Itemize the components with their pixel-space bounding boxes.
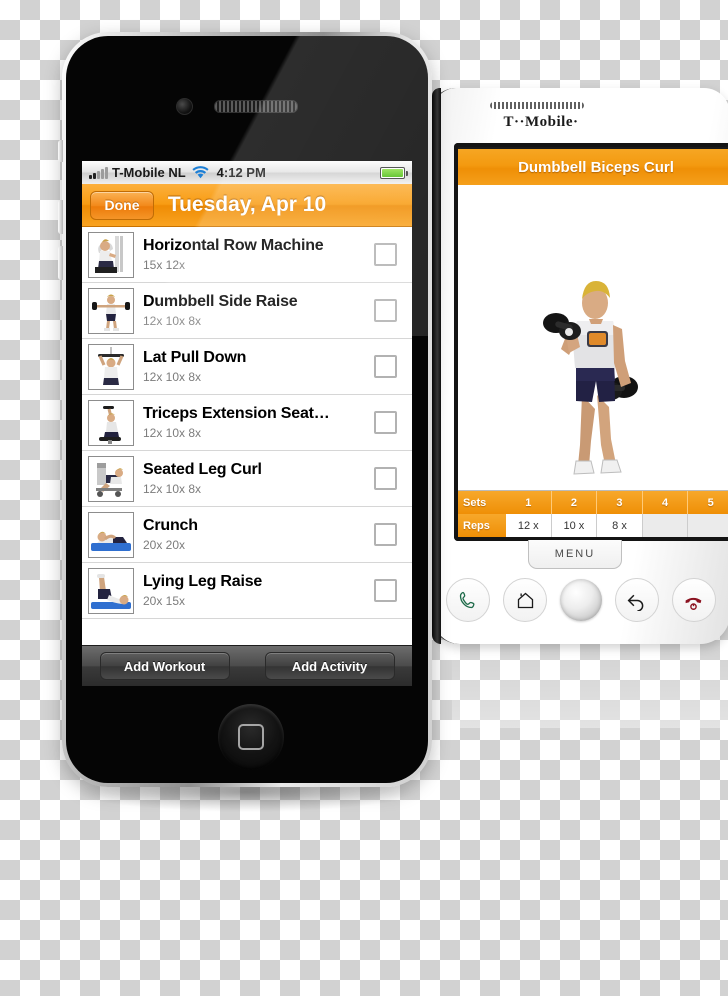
exercise-sets: 12x 10x 8x: [143, 426, 202, 440]
exercise-sets: 12x 10x 8x: [143, 482, 202, 496]
reps-cell[interactable]: 8 x: [597, 514, 643, 537]
row-text: Horizontal Row Machine 15x 12x: [143, 237, 366, 272]
navigation-bar: Done Tuesday, Apr 10: [82, 184, 412, 227]
exercise-title: Crunch: [143, 517, 198, 534]
completion-checkbox[interactable]: [374, 411, 397, 434]
triceps-extension-thumb: [88, 399, 134, 446]
reps-cell[interactable]: 12 x: [506, 514, 552, 537]
android-screen: Dumbbell Biceps Curl Sets 1 2 3 4 5 Reps…: [454, 143, 728, 541]
lat-pulldown-thumb: [88, 343, 134, 390]
set-number-cell: 4: [642, 491, 689, 514]
side-raise-thumb: [88, 287, 134, 334]
sets-row-label: Sets: [458, 491, 506, 514]
android-exercise-title: Dumbbell Biceps Curl: [518, 158, 674, 176]
list-item[interactable]: Crunch 20x 20x: [82, 507, 412, 563]
reps-cell[interactable]: 10 x: [551, 514, 598, 537]
iphone-body: T-Mobile NL 4:12 PM Done Tuesday, Apr 10: [66, 36, 428, 783]
exercise-title: Seated Leg Curl: [143, 461, 262, 478]
row-text: Lying Leg Raise 20x 15x: [143, 573, 366, 608]
leg-curl-thumb: [88, 455, 134, 502]
android-reflection: [452, 644, 728, 728]
battery-icon: [380, 166, 408, 179]
tmobile-logo: T··Mobile·: [503, 114, 579, 130]
earpiece-speaker: [214, 100, 298, 113]
exercise-title: Lat Pull Down: [143, 349, 247, 366]
exercise-title: Lying Leg Raise: [143, 573, 263, 590]
row-machine-thumb: [88, 231, 134, 278]
silent-switch[interactable]: [58, 140, 63, 162]
list-item[interactable]: Lying Leg Raise 20x 15x: [82, 563, 412, 619]
android-phone: T··Mobile· Dumbbell Biceps Curl Sets 1 2…: [430, 88, 728, 728]
row-text: Seated Leg Curl 12x 10x 8x: [143, 461, 366, 496]
carrier-label: T-Mobile NL: [112, 165, 186, 180]
row-text: Crunch 20x 20x: [143, 517, 366, 552]
row-text: Triceps Extension Seat… 12x 10x 8x: [143, 405, 366, 440]
completion-checkbox[interactable]: [374, 523, 397, 546]
exercise-sets: 12x 10x 8x: [143, 314, 202, 328]
set-number-cell: 3: [597, 491, 643, 514]
android-phone-left-edge: [432, 88, 441, 644]
exercise-title: Dumbbell Side Raise: [143, 293, 298, 310]
front-camera-icon: [176, 98, 193, 115]
set-number-cell: 1: [506, 491, 552, 514]
add-activity-button[interactable]: Add Activity: [264, 652, 395, 680]
completion-checkbox[interactable]: [374, 299, 397, 322]
volume-down-button[interactable]: [58, 246, 63, 280]
row-text: Dumbbell Side Raise 12x 10x 8x: [143, 293, 366, 328]
exercise-title: Triceps Extension Seat…: [143, 405, 330, 422]
status-bar: T-Mobile NL 4:12 PM: [82, 161, 412, 184]
completion-checkbox[interactable]: [374, 467, 397, 490]
volume-up-button[interactable]: [58, 200, 63, 234]
list-item[interactable]: Horizontal Row Machine 15x 12x: [82, 227, 412, 283]
reps-cell[interactable]: [688, 514, 728, 537]
completion-checkbox[interactable]: [374, 243, 397, 266]
android-menu-button[interactable]: MENU: [528, 540, 622, 569]
list-item[interactable]: Lat Pull Down 12x 10x 8x: [82, 339, 412, 395]
sets-reps-table: Sets 1 2 3 4 5 Reps 12 x 10 x 8 x: [458, 490, 728, 537]
sets-header-row: Sets 1 2 3 4 5: [458, 491, 728, 514]
call-key[interactable]: [446, 578, 491, 622]
completion-checkbox[interactable]: [374, 579, 397, 602]
exercise-sets: 12x 10x 8x: [143, 370, 202, 384]
end-call-key[interactable]: [671, 578, 716, 622]
trackball-key[interactable]: [559, 579, 602, 621]
android-title-bar: Dumbbell Biceps Curl: [458, 147, 728, 185]
exercise-illustration: [458, 185, 728, 491]
status-time: 4:12 PM: [216, 165, 266, 180]
exercise-title: Horizontal Row Machine: [143, 237, 324, 254]
list-item[interactable]: Triceps Extension Seat… 12x 10x 8x: [82, 395, 412, 451]
reps-row-label: Reps: [458, 514, 506, 537]
home-key[interactable]: [503, 578, 548, 622]
list-item[interactable]: Seated Leg Curl 12x 10x 8x: [82, 451, 412, 507]
completion-checkbox[interactable]: [374, 355, 397, 378]
back-key[interactable]: [614, 578, 659, 622]
add-workout-button[interactable]: Add Workout: [99, 652, 230, 680]
exercise-sets: 20x 15x: [143, 594, 186, 608]
home-square-icon: [238, 724, 264, 750]
reps-row: Reps 12 x 10 x 8 x: [458, 514, 728, 537]
exercise-sets: 20x 20x: [143, 538, 186, 552]
signal-bars-icon: [89, 166, 108, 179]
dumbbell-biceps-curl-figure: [525, 269, 667, 487]
set-number-cell: 2: [551, 491, 598, 514]
reps-cell[interactable]: [642, 514, 689, 537]
android-hardware-keys: [440, 574, 722, 626]
iphone-device: T-Mobile NL 4:12 PM Done Tuesday, Apr 10: [58, 32, 432, 812]
iphone-screen: T-Mobile NL 4:12 PM Done Tuesday, Apr 10: [82, 161, 412, 686]
workout-list[interactable]: Horizontal Row Machine 15x 12x Dumbbell …: [82, 227, 412, 645]
bottom-toolbar: Add Workout Add Activity: [82, 645, 412, 686]
android-phone-body: T··Mobile· Dumbbell Biceps Curl Sets 1 2…: [430, 88, 728, 644]
list-item[interactable]: Dumbbell Side Raise 12x 10x 8x: [82, 283, 412, 339]
set-number-cell: 5: [688, 491, 728, 514]
exercise-sets: 15x 12x: [143, 258, 186, 272]
home-button[interactable]: [218, 704, 284, 770]
done-button[interactable]: Done: [90, 190, 154, 220]
row-text: Lat Pull Down 12x 10x 8x: [143, 349, 366, 384]
crunch-thumb: [88, 511, 134, 558]
android-earpiece-speaker: [490, 102, 584, 109]
leg-raise-thumb: [88, 567, 134, 614]
wifi-icon: [192, 166, 209, 179]
